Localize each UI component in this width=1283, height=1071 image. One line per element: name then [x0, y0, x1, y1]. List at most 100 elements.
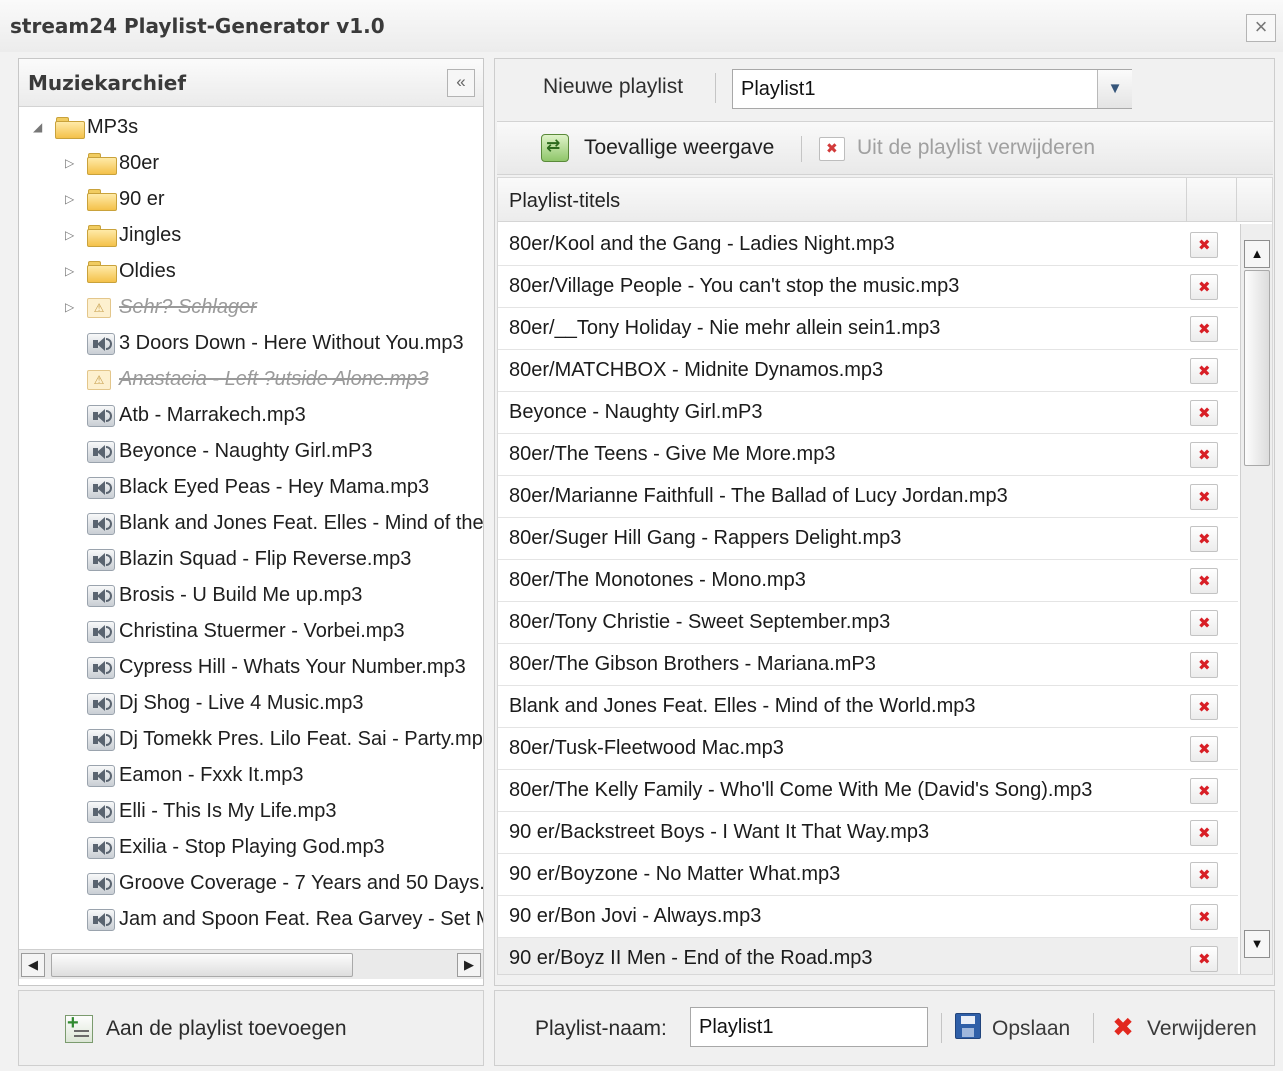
audio-file-icon [87, 477, 115, 499]
remove-track-icon[interactable] [1190, 652, 1218, 678]
remove-track-icon[interactable] [1190, 358, 1218, 384]
scroll-left-button[interactable]: ◀ [21, 953, 45, 977]
playlist-row[interactable]: Beyonce - Naughty Girl.mP3 [498, 392, 1238, 434]
playlist-row[interactable]: 80er/The Kelly Family - Who'll Come With… [498, 770, 1238, 812]
playlist-row[interactable]: 90 er/Backstreet Boys - I Want It That W… [498, 812, 1238, 854]
column-header-titles[interactable]: Playlist-titels [509, 190, 620, 213]
remove-track-icon[interactable] [1190, 610, 1218, 636]
playlist-row[interactable]: 80er/Suger Hill Gang - Rappers Delight.m… [498, 518, 1238, 560]
expand-toggle-icon[interactable]: ▷ [65, 181, 79, 217]
tree-item-label: Black Eyed Peas - Hey Mama.mp3 [119, 476, 430, 498]
playlist-row[interactable]: 80er/MATCHBOX - Midnite Dynamos.mp3 [498, 350, 1238, 392]
remove-track-icon[interactable] [1190, 274, 1218, 300]
playlist-row[interactable]: Blank and Jones Feat. Elles - Mind of th… [498, 686, 1238, 728]
track-title: 80er/Village People - You can't stop the… [509, 275, 960, 297]
vertical-scroll-thumb[interactable] [1244, 270, 1270, 466]
remove-track-icon[interactable] [1190, 694, 1218, 720]
tree-item-label: Eamon - Fxxk It.mp3 [119, 764, 304, 786]
audio-file-icon [87, 333, 115, 355]
remove-track-icon[interactable] [1190, 526, 1218, 552]
playlist-row[interactable]: 80er/Tusk-Fleetwood Mac.mp3 [498, 728, 1238, 770]
playlist-row[interactable]: 80er/Kool and the Gang - Ladies Night.mp… [498, 224, 1238, 266]
horizontal-scroll-thumb[interactable] [51, 953, 353, 977]
track-title: 90 er/Boyzone - No Matter What.mp3 [509, 863, 841, 885]
delete-playlist-button[interactable]: Verwijderen [1147, 1017, 1257, 1041]
remove-track-icon[interactable] [1190, 778, 1218, 804]
window-title: stream24 Playlist-Generator v1.0 [10, 14, 385, 38]
remove-track-icon[interactable] [1190, 736, 1218, 762]
playlist-row[interactable]: 90 er/Boyzone - No Matter What.mp3 [498, 854, 1238, 896]
tree-item-label: Blank and Jones Feat. Elles - Mind of th… [119, 512, 483, 534]
column-divider [1186, 178, 1187, 222]
playlist-row[interactable]: 80er/Tony Christie - Sweet September.mp3 [498, 602, 1238, 644]
remove-track-icon[interactable] [1190, 484, 1218, 510]
playlist-row[interactable]: 80er/The Teens - Give Me More.mp3 [498, 434, 1238, 476]
remove-track-icon[interactable] [1190, 862, 1218, 888]
playlist-row[interactable]: 80er/The Monotones - Mono.mp3 [498, 560, 1238, 602]
collapse-panel-button[interactable]: « [447, 69, 475, 97]
playlist-generator-window: stream24 Playlist-Generator v1.0 × Muzie… [0, 0, 1283, 1071]
remove-track-icon[interactable] [1190, 400, 1218, 426]
warning-icon: ⚠ [87, 298, 111, 318]
tree-item-label: Dj Tomekk Pres. Lilo Feat. Sai - Party.m… [119, 728, 483, 750]
shuffle-icon[interactable] [541, 134, 569, 162]
playlist-panel: Nieuwe playlist Playlist1 ▼ Toevallige w… [494, 58, 1275, 986]
remove-track-icon[interactable] [1190, 568, 1218, 594]
tree-item-label: Blazin Squad - Flip Reverse.mp3 [119, 548, 412, 570]
track-title: 80er/Tony Christie - Sweet September.mp3 [509, 611, 891, 633]
track-title: 80er/__Tony Holiday - Nie mehr allein se… [509, 317, 941, 339]
playlist-footer: Playlist-naam: Opslaan ✖ Verwijderen [494, 990, 1275, 1066]
collapse-toggle-icon[interactable]: ◢ [33, 109, 47, 145]
audio-file-icon [87, 801, 115, 823]
vertical-scrollbar[interactable]: ▲ ▼ [1240, 224, 1272, 974]
track-title: 80er/Marianne Faithfull - The Ballad of … [509, 485, 1008, 507]
floppy-disk-icon[interactable] [955, 1013, 981, 1039]
playlist-select[interactable]: Playlist1 ▼ [732, 69, 1132, 109]
scroll-right-button[interactable]: ▶ [457, 953, 481, 977]
tree-item-label: MP3s [87, 116, 139, 138]
remove-from-playlist-button[interactable]: Uit de playlist verwijderen [857, 136, 1095, 160]
tree-item-label: Oldies [119, 260, 176, 282]
audio-file-icon [87, 729, 115, 751]
remove-track-icon[interactable] [1190, 946, 1218, 972]
folder-icon [87, 189, 117, 211]
audio-file-icon [87, 873, 115, 895]
music-archive-title: Muziekarchief [28, 71, 187, 95]
playlist-grid: Playlist-titels 80er/Kool and the Gang -… [497, 177, 1273, 975]
track-title: 90 er/Boyz II Men - End of the Road.mp3 [509, 947, 873, 969]
expand-toggle-icon[interactable]: ▷ [65, 253, 79, 289]
scroll-down-button[interactable]: ▼ [1244, 930, 1270, 958]
chevron-down-icon[interactable]: ▼ [1097, 70, 1132, 108]
new-playlist-label[interactable]: Nieuwe playlist [543, 75, 683, 99]
remove-track-icon[interactable] [1190, 820, 1218, 846]
playlist-row[interactable]: 90 er/Boyz II Men - End of the Road.mp3 [498, 938, 1238, 974]
remove-track-icon[interactable] [1190, 442, 1218, 468]
tree-item-label: Dj Shog - Live 4 Music.mp3 [119, 692, 364, 714]
expand-toggle-icon[interactable]: ▷ [65, 289, 79, 325]
track-title: 80er/The Monotones - Mono.mp3 [509, 569, 806, 591]
tree-item-label: Elli - This Is My Life.mp3 [119, 800, 337, 822]
close-button[interactable]: × [1246, 14, 1276, 42]
save-button[interactable]: Opslaan [992, 1017, 1070, 1041]
remove-track-icon[interactable] [1190, 904, 1218, 930]
playlist-row[interactable]: 80er/Village People - You can't stop the… [498, 266, 1238, 308]
playlist-row[interactable]: 80er/Marianne Faithfull - The Ballad of … [498, 476, 1238, 518]
horizontal-scrollbar[interactable]: ◀ ▶ [19, 949, 483, 979]
playlist-row[interactable]: 80er/The Gibson Brothers - Mariana.mP3 [498, 644, 1238, 686]
scroll-up-button[interactable]: ▲ [1244, 240, 1270, 268]
track-title: 80er/The Kelly Family - Who'll Come With… [509, 779, 1093, 801]
delete-x-icon[interactable]: ✖ [1109, 1013, 1137, 1041]
expand-toggle-icon[interactable]: ▷ [65, 217, 79, 253]
tree-item-label: Brosis - U Build Me up.mp3 [119, 584, 363, 606]
playlist-name-input[interactable] [690, 1007, 928, 1047]
remove-track-icon[interactable] [1190, 316, 1218, 342]
folder-icon [87, 153, 117, 175]
remove-track-icon[interactable] [1190, 232, 1218, 258]
track-title: Beyonce - Naughty Girl.mP3 [509, 401, 763, 423]
shuffle-button[interactable]: Toevallige weergave [584, 136, 774, 160]
audio-file-icon [87, 549, 115, 571]
track-title: 80er/Kool and the Gang - Ladies Night.mp… [509, 233, 895, 255]
playlist-row[interactable]: 80er/__Tony Holiday - Nie mehr allein se… [498, 308, 1238, 350]
expand-toggle-icon[interactable]: ▷ [65, 145, 79, 181]
playlist-row[interactable]: 90 er/Bon Jovi - Always.mp3 [498, 896, 1238, 938]
